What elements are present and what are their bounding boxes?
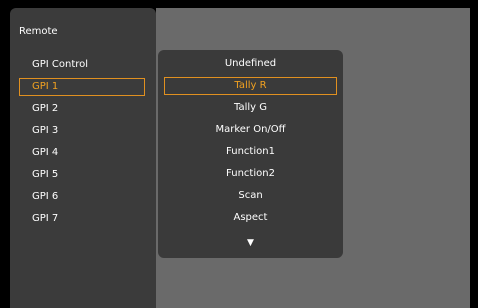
menu-item-gpi-6[interactable]: GPI 6 [19,188,145,206]
panel-title: Remote [19,26,58,37]
menu-item-gpi-4[interactable]: GPI 4 [19,144,145,162]
menu-item-gpi-7[interactable]: GPI 7 [19,210,145,228]
remote-menu-panel: Remote GPI Control GPI 1 GPI 2 GPI 3 GPI… [10,8,156,308]
option-marker-on-off[interactable]: Marker On/Off [164,121,337,139]
scroll-down-icon[interactable]: ▼ [158,236,343,250]
option-function1[interactable]: Function1 [164,143,337,161]
menu-item-gpi-3[interactable]: GPI 3 [19,122,145,140]
menu-item-gpi-5[interactable]: GPI 5 [19,166,145,184]
menu-item-gpi-1[interactable]: GPI 1 [19,78,145,96]
menu-item-gpi-2[interactable]: GPI 2 [19,100,145,118]
menu-item-gpi-control[interactable]: GPI Control [19,56,145,74]
option-undefined[interactable]: Undefined [164,55,337,73]
option-tally-r[interactable]: Tally R [164,77,337,95]
option-function2[interactable]: Function2 [164,165,337,183]
option-scan[interactable]: Scan [164,187,337,205]
gpi-function-dropdown[interactable]: Undefined Tally R Tally G Marker On/Off … [158,50,343,258]
option-aspect[interactable]: Aspect [164,209,337,227]
option-tally-g[interactable]: Tally G [164,99,337,117]
